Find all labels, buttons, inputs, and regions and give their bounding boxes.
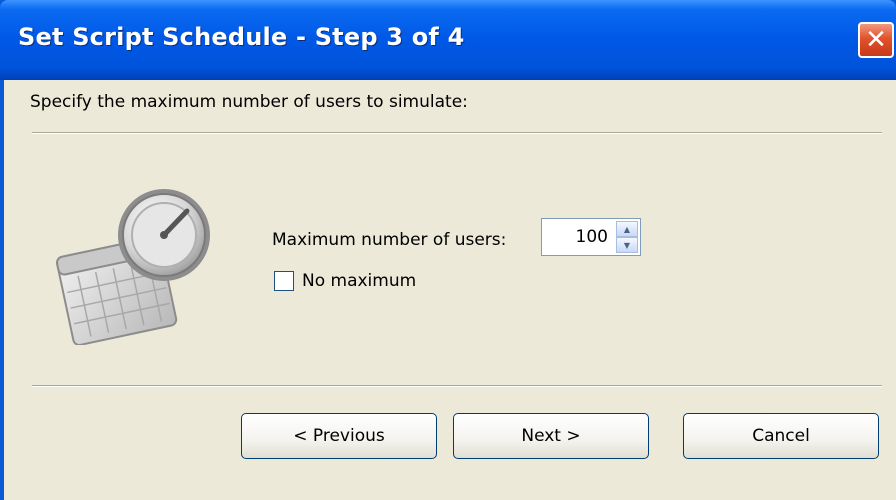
max-users-label: Maximum number of users: (272, 230, 507, 250)
top-divider (32, 132, 882, 134)
instruction-text: Specify the maximum number of users to s… (30, 92, 468, 112)
spin-up-icon[interactable]: ▲ (616, 221, 638, 237)
schedule-clock-calendar-icon (56, 189, 210, 345)
spinner-buttons: ▲ ▼ (616, 221, 638, 253)
bottom-divider (32, 385, 882, 387)
window-title: Set Script Schedule - Step 3 of 4 (18, 23, 465, 51)
max-users-spinner[interactable]: 100 ▲ ▼ (541, 218, 641, 256)
next-button[interactable]: Next > (453, 413, 649, 459)
previous-button[interactable]: < Previous (241, 413, 437, 459)
cancel-button[interactable]: Cancel (683, 413, 879, 459)
title-bar[interactable]: Set Script Schedule - Step 3 of 4 ✕ (0, 0, 896, 80)
spin-down-icon[interactable]: ▼ (616, 237, 638, 253)
max-users-value[interactable]: 100 (576, 227, 608, 247)
no-maximum-label[interactable]: No maximum (302, 271, 416, 291)
dialog-window: Set Script Schedule - Step 3 of 4 ✕ Spec… (0, 0, 896, 500)
dialog-body: Specify the maximum number of users to s… (4, 80, 896, 500)
close-button[interactable]: ✕ (858, 22, 894, 58)
close-icon: ✕ (865, 25, 887, 55)
no-maximum-checkbox[interactable] (274, 271, 294, 291)
